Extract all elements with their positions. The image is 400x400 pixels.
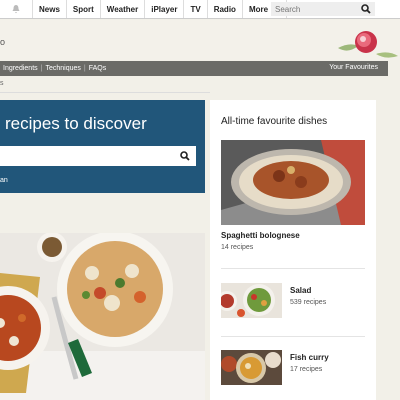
dish-name[interactable]: Fish curry — [290, 353, 329, 362]
list-divider — [221, 336, 365, 337]
nav-news[interactable]: News — [33, 0, 67, 18]
subnav-techniques[interactable]: Techniques — [42, 65, 83, 72]
nav-tv[interactable]: TV — [184, 0, 208, 18]
salad-image[interactable] — [221, 283, 282, 318]
global-search — [271, 2, 375, 16]
nav-radio[interactable]: Radio — [208, 0, 243, 18]
nav-more-label: More — [248, 4, 269, 14]
hero-title: recipes to discover — [5, 114, 147, 133]
flower-decoration — [338, 31, 398, 58]
your-favourites-link[interactable]: Your Favourites — [329, 64, 378, 71]
breadcrumb[interactable]: s — [0, 80, 4, 87]
recipe-search-box — [0, 146, 196, 166]
search-icon[interactable] — [361, 4, 371, 14]
hero-link[interactable]: an — [0, 177, 8, 184]
subnav-faqs[interactable]: FAQs — [86, 65, 110, 72]
fish-curry-image[interactable] — [221, 350, 282, 385]
nav-iplayer[interactable]: iPlayer — [145, 0, 185, 18]
site-logo-fragment[interactable]: o — [0, 37, 5, 49]
list-divider — [221, 268, 365, 269]
featured-dish-count: 14 recipes — [221, 244, 254, 251]
featured-recipe-photo[interactable] — [0, 233, 205, 400]
subnav-ingredients[interactable]: Ingredients — [0, 65, 41, 72]
dish-name[interactable]: Salad — [290, 286, 311, 295]
nav-sport[interactable]: Sport — [67, 0, 101, 18]
dish-count: 539 recipes — [290, 299, 327, 306]
notifications-bell-icon[interactable] — [0, 0, 33, 18]
dish-count: 17 recipes — [290, 366, 323, 373]
spaghetti-bolognese-image[interactable] — [221, 140, 365, 225]
recipes-subnav: Ingredients | Techniques | FAQs Your Fav… — [0, 61, 388, 76]
nav-weather[interactable]: Weather — [101, 0, 146, 18]
search-icon[interactable] — [180, 151, 190, 161]
breadcrumb-divider — [0, 92, 210, 93]
recipe-search-input[interactable] — [0, 147, 170, 165]
panel-title: All-time favourite dishes — [221, 116, 328, 127]
featured-dish-name[interactable]: Spaghetti bolognese — [221, 231, 300, 240]
search-input[interactable] — [275, 4, 359, 14]
